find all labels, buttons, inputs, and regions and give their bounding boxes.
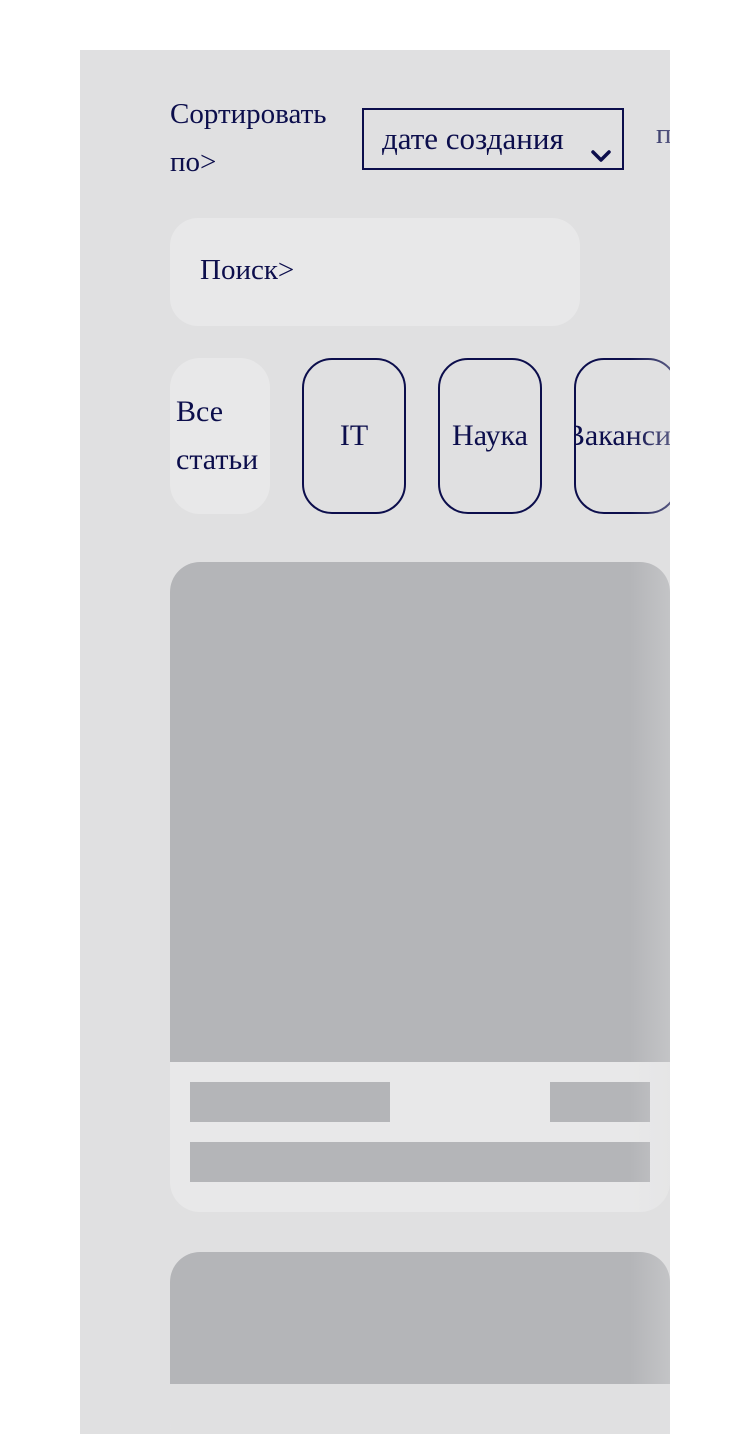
sort-selected-value: дате создания bbox=[382, 121, 564, 156]
category-chip-label: IT bbox=[339, 419, 369, 452]
sort-order-label[interactable]: п bbox=[656, 110, 670, 158]
panel-bottom bbox=[170, 1384, 670, 1434]
articles-panel: Сортировать по> дате создания п Поиск> В… bbox=[80, 50, 670, 1434]
category-chip-all[interactable]: Все статьи bbox=[170, 358, 270, 514]
article-date-skeleton bbox=[550, 1082, 650, 1122]
category-chip-science[interactable]: Наука bbox=[438, 358, 542, 514]
category-chip-label: Вакансии bbox=[576, 419, 670, 452]
category-chip-it[interactable]: IT bbox=[302, 358, 406, 514]
sort-select[interactable]: дате создания bbox=[362, 108, 624, 170]
search-input[interactable]: Поиск> bbox=[170, 218, 580, 326]
article-image-placeholder bbox=[170, 562, 670, 1062]
article-summary-skeleton bbox=[190, 1142, 650, 1182]
article-card[interactable] bbox=[170, 1252, 670, 1434]
category-chip-label: Наука bbox=[452, 419, 528, 452]
chevron-down-icon bbox=[590, 128, 612, 162]
category-chip-label: Все статьи bbox=[176, 395, 259, 476]
article-image-placeholder bbox=[170, 1252, 670, 1384]
article-card[interactable] bbox=[170, 562, 670, 1212]
article-title-skeleton bbox=[190, 1082, 390, 1122]
category-chip-vacancies[interactable]: Вакансии bbox=[574, 358, 670, 514]
sort-label: Сортировать по> bbox=[170, 98, 327, 178]
